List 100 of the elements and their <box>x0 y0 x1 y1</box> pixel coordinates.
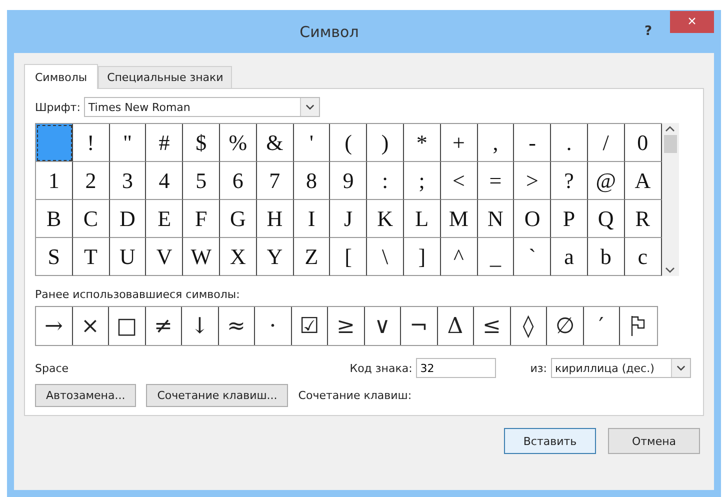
symbol-cell[interactable]: S <box>36 238 73 276</box>
symbol-cell[interactable]: D <box>110 200 146 238</box>
recent-symbol-cell[interactable]: ☑ <box>292 307 328 345</box>
scroll-thumb[interactable] <box>664 135 677 153</box>
symbol-cell[interactable]: 8 <box>294 162 330 200</box>
symbol-cell[interactable]: V <box>146 238 184 276</box>
symbol-cell[interactable]: [ <box>330 238 368 276</box>
symbol-cell[interactable]: T <box>72 238 110 276</box>
symbol-cell[interactable]: Z <box>294 238 330 276</box>
recent-symbol-cell[interactable]: ≈ <box>218 307 255 345</box>
symbol-cell[interactable]: + <box>440 124 478 162</box>
symbol-cell[interactable]: 6 <box>220 162 257 200</box>
symbol-cell[interactable]: W <box>183 238 220 276</box>
symbol-cell[interactable]: , <box>478 124 514 162</box>
symbol-cell[interactable]: ? <box>551 162 588 200</box>
symbol-cell[interactable]: 1 <box>36 162 73 200</box>
recent-symbol-cell[interactable]: ≤ <box>474 307 510 345</box>
symbol-cell[interactable]: L <box>404 200 441 238</box>
symbol-name: Space <box>35 362 70 374</box>
font-label: Шрифт: <box>35 100 80 114</box>
recent-symbol-cell[interactable]: □ <box>109 307 146 345</box>
symbol-cell[interactable]: : <box>367 162 404 200</box>
symbol-cell[interactable]: ` <box>514 238 552 276</box>
symbol-cell[interactable]: & <box>256 124 294 162</box>
recent-symbol-cell[interactable]: → <box>36 307 72 345</box>
recent-symbol-cell[interactable]: ≥ <box>328 307 364 345</box>
recent-symbols-label: Ранее использовавшиеся символы: <box>35 288 241 301</box>
code-field[interactable]: 32 <box>416 358 496 378</box>
symbol-cell[interactable]: N <box>478 200 514 238</box>
insert-button[interactable]: Вставить <box>504 428 596 454</box>
close-button[interactable]: × <box>670 11 714 33</box>
recent-symbol-cell[interactable]: × <box>72 307 109 345</box>
recent-symbol-cell[interactable]: ¬ <box>401 307 438 345</box>
symbol-cell[interactable]: 9 <box>330 162 368 200</box>
symbol-cell[interactable]: K <box>367 200 404 238</box>
symbol-cell[interactable]: O <box>514 200 552 238</box>
symbol-cell[interactable]: M <box>440 200 478 238</box>
symbol-cell[interactable]: - <box>514 124 552 162</box>
recent-symbol-cell[interactable]: · <box>255 307 292 345</box>
window-title: Символ <box>298 22 360 40</box>
symbol-cell[interactable]: / <box>588 124 625 162</box>
recent-symbol-cell[interactable]: ′ <box>584 307 620 345</box>
symbol-cell[interactable]: b <box>588 238 625 276</box>
from-label: из: <box>530 362 547 374</box>
recent-symbol-cell[interactable]: ∨ <box>364 307 401 345</box>
symbol-cell[interactable]: J <box>330 200 368 238</box>
tab[interactable]: Специальные знаки <box>98 66 232 88</box>
symbol-cell[interactable]: ! <box>72 124 110 162</box>
symbol-cell[interactable]: # <box>146 124 184 162</box>
shortcut-button[interactable]: Сочетание клавиш... <box>146 384 288 407</box>
symbol-cell[interactable]: @ <box>588 162 625 200</box>
encoding-dropdown[interactable]: кириллица (дес.) <box>551 358 691 378</box>
symbol-cell[interactable]: % <box>220 124 257 162</box>
symbol-cell[interactable]: 7 <box>256 162 294 200</box>
help-button[interactable]: ? <box>644 24 652 39</box>
recent-symbol-cell[interactable]: ≠ <box>146 307 182 345</box>
symbol-cell[interactable]: 5 <box>183 162 220 200</box>
shortcut-label: Сочетание клавиш: <box>298 389 412 402</box>
symbol-cell[interactable]: 2 <box>72 162 110 200</box>
symbol-cell[interactable]: > <box>514 162 552 200</box>
recent-symbol-cell[interactable]: ↓ <box>182 307 218 345</box>
code-label: Код знака: <box>350 362 412 374</box>
symbol-cell[interactable]: E <box>146 200 184 238</box>
symbol-cell[interactable]: ; <box>404 162 441 200</box>
cancel-button[interactable]: Отмена <box>608 428 700 454</box>
symbol-cell[interactable]: ( <box>330 124 368 162</box>
symbol-cell[interactable]: Y <box>256 238 294 276</box>
symbol-cell[interactable]: B <box>36 200 73 238</box>
symbol-cell[interactable]: C <box>72 200 110 238</box>
symbol-cell[interactable]: = <box>478 162 514 200</box>
font-dropdown[interactable]: Times New Roman <box>84 97 320 117</box>
symbol-cell[interactable]: ) <box>367 124 404 162</box>
recent-symbol-cell[interactable]: ◊ <box>510 307 547 345</box>
symbol-cell[interactable]: a <box>551 238 588 276</box>
scrollbar[interactable] <box>662 123 679 276</box>
symbol-cell[interactable]: P <box>551 200 588 238</box>
symbol-cell[interactable] <box>36 124 73 162</box>
symbol-cell[interactable]: < <box>440 162 478 200</box>
symbol-cell[interactable]: Q <box>588 200 625 238</box>
symbol-cell[interactable]: G <box>220 200 257 238</box>
recent-symbol-cell[interactable]: Δ <box>438 307 474 345</box>
symbol-cell[interactable]: U <box>110 238 146 276</box>
symbol-cell[interactable]: X <box>220 238 257 276</box>
symbol-cell[interactable]: ] <box>404 238 441 276</box>
recent-symbol-cell[interactable]: ∅ <box>547 307 584 345</box>
symbol-cell[interactable]: ^ <box>440 238 478 276</box>
symbol-cell[interactable]: _ <box>478 238 514 276</box>
symbol-cell[interactable]: \ <box>367 238 404 276</box>
symbol-cell[interactable]: " <box>110 124 146 162</box>
symbol-cell[interactable]: 4 <box>146 162 184 200</box>
symbol-cell[interactable]: F <box>183 200 220 238</box>
symbol-cell[interactable]: 3 <box>110 162 146 200</box>
autocorrect-button[interactable]: Автозамена... <box>35 384 136 407</box>
symbol-cell[interactable]: H <box>256 200 294 238</box>
symbol-cell[interactable]: I <box>294 200 330 238</box>
tab[interactable]: Символы <box>24 64 98 89</box>
symbol-cell[interactable]: . <box>551 124 588 162</box>
symbol-cell[interactable]: * <box>404 124 441 162</box>
symbol-cell[interactable]: ' <box>294 124 330 162</box>
symbol-cell[interactable]: $ <box>183 124 220 162</box>
